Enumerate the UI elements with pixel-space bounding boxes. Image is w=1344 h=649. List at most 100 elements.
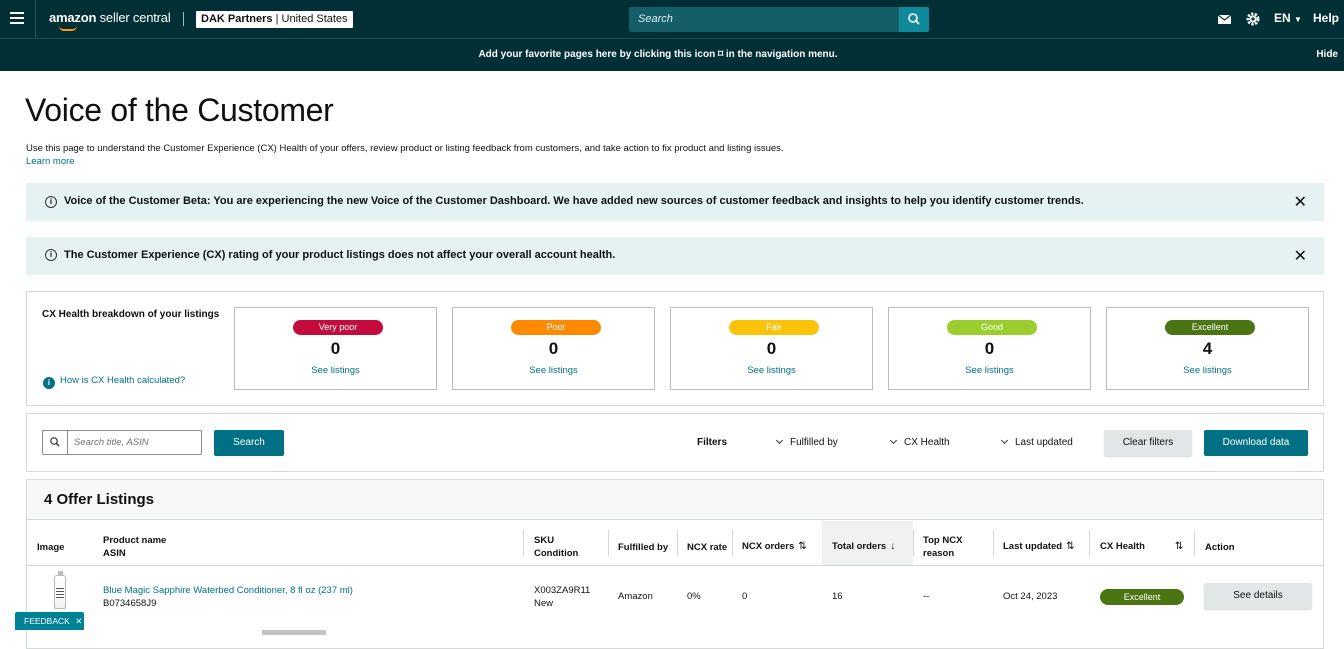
listing-search-input[interactable] xyxy=(74,435,194,450)
total-orders-label: Total orders xyxy=(832,541,887,552)
cx-health-dropdown[interactable]: CX Health xyxy=(889,436,950,448)
sort-icon[interactable]: ⇅ xyxy=(1066,540,1074,553)
column-header-top-ncx-reason: Top NCX reason xyxy=(923,534,962,560)
see-listings-link[interactable]: See listings xyxy=(1107,365,1308,376)
divider xyxy=(27,565,1323,566)
sort-icon[interactable]: ⇅ xyxy=(798,540,806,553)
see-listings-link[interactable]: See listings xyxy=(671,365,872,376)
divider xyxy=(608,530,609,556)
global-search-button[interactable] xyxy=(899,7,929,32)
info-icon: i xyxy=(45,249,57,261)
top-ncx-reason-value: -- xyxy=(923,591,930,602)
column-header-product-name: Product name ASIN xyxy=(103,534,166,560)
column-header-total-orders[interactable]: Total orders ↓ xyxy=(832,540,895,553)
cx-card-excellent: Excellent 4 See listings xyxy=(1106,307,1309,390)
beta-alert: i Voice of the Customer Beta: You are ex… xyxy=(26,183,1324,221)
column-header-sku: SKU Condition xyxy=(534,534,578,560)
ncx-orders-label: NCX orders xyxy=(742,541,795,552)
mail-icon[interactable] xyxy=(1217,11,1232,27)
close-icon[interactable]: ✕ xyxy=(1294,246,1307,266)
condition-header: Condition xyxy=(534,548,579,559)
see-listings-link[interactable]: See listings xyxy=(889,365,1090,376)
clear-filters-button[interactable]: Clear filters xyxy=(1104,430,1192,456)
top-ncx-header: Top NCX xyxy=(923,535,963,546)
account-region: United States xyxy=(281,13,348,25)
logo-bold-text: amazon xyxy=(49,10,97,25)
global-search-input[interactable]: Search xyxy=(629,7,929,32)
how-cx-health-label: How is CX Health calculated? xyxy=(60,375,186,386)
account-switcher[interactable]: DAK Partners | United States xyxy=(196,11,353,28)
gear-icon[interactable] xyxy=(1245,11,1261,27)
amazon-seller-central-logo[interactable]: amazon seller central xyxy=(49,10,171,25)
fulfilled-by-value: Amazon xyxy=(618,591,653,602)
last-updated-header-label: Last updated xyxy=(1003,541,1063,552)
arrow-down-icon[interactable]: ↓ xyxy=(890,540,895,553)
see-listings-link[interactable]: See listings xyxy=(453,365,654,376)
column-header-image: Image xyxy=(37,542,65,553)
divider xyxy=(732,530,733,556)
close-icon[interactable]: ✕ xyxy=(1294,192,1307,212)
divider xyxy=(913,530,914,556)
how-cx-health-calculated-link[interactable]: i How is CX Health calculated? xyxy=(43,375,185,389)
cx-health-label: CX Health xyxy=(904,437,950,448)
logo-light-text: seller central xyxy=(99,10,171,25)
see-details-button[interactable]: See details xyxy=(1204,583,1312,609)
caret-down-icon: ▼ xyxy=(1294,15,1302,24)
poor-count: 0 xyxy=(548,339,559,358)
language-label: EN xyxy=(1274,11,1291,25)
sku-header: SKU xyxy=(534,535,555,546)
divider xyxy=(35,0,36,38)
see-listings-link[interactable]: See listings xyxy=(235,365,436,376)
page-title: Voice of the Customer xyxy=(25,92,334,128)
excellent-count: 4 xyxy=(1202,339,1213,358)
fulfilled-by-label: Fulfilled by xyxy=(790,437,838,448)
last-updated-value: Oct 24, 2023 xyxy=(1003,591,1058,602)
reason-header: reason xyxy=(923,548,955,559)
cx-health-header-label: CX Health xyxy=(1100,541,1145,552)
menu-icon[interactable] xyxy=(10,12,24,24)
offer-listings-table: 4 Offer Listings Image Product name ASIN… xyxy=(26,479,1324,649)
total-orders-value: 16 xyxy=(832,591,843,602)
last-updated-label: Last updated xyxy=(1015,437,1073,448)
hide-favorites-button[interactable]: Hide xyxy=(1316,49,1338,60)
divider xyxy=(1194,530,1195,556)
poor-badge: Poor xyxy=(511,320,601,335)
favorites-bar: Add your favorite pages here by clicking… xyxy=(0,38,1344,71)
divider xyxy=(993,530,994,556)
sku-value: X003ZA9R11 xyxy=(534,585,591,596)
condition-value: New xyxy=(534,598,554,609)
cx-card-poor: Poor 0 See listings xyxy=(452,307,655,390)
very-poor-count: 0 xyxy=(330,339,341,358)
cx-health-badge: Excellent xyxy=(1100,589,1184,605)
column-header-ncx-orders[interactable]: NCX orders ⇅ xyxy=(742,540,807,553)
download-data-button[interactable]: Download data xyxy=(1204,430,1308,456)
listing-search-box xyxy=(42,430,202,455)
fulfilled-by-dropdown[interactable]: Fulfilled by xyxy=(775,436,838,448)
learn-more-link[interactable]: Learn more xyxy=(26,156,75,167)
search-button[interactable]: Search xyxy=(214,430,284,456)
product-image[interactable] xyxy=(54,571,66,609)
feedback-label: FEEDBACK xyxy=(24,616,70,626)
cx-rating-alert: i The Customer Experience (CX) rating of… xyxy=(26,237,1324,275)
help-link[interactable]: Help xyxy=(1313,11,1339,27)
sort-icon[interactable]: ⇅ xyxy=(1175,540,1183,553)
column-header-last-updated[interactable]: Last updated ⇅ xyxy=(1003,540,1075,553)
cx-health-breakdown: CX Health breakdown of your listings i Ho… xyxy=(26,291,1324,406)
chevron-down-icon xyxy=(1000,436,1009,445)
info-icon: i xyxy=(43,377,55,389)
divider xyxy=(523,530,524,556)
divider xyxy=(677,530,678,556)
filter-bar: Search Filters Fulfilled by CX Health La… xyxy=(26,413,1324,472)
language-selector[interactable]: EN ▼ xyxy=(1274,11,1302,27)
close-icon[interactable]: ✕ xyxy=(75,616,82,626)
search-icon xyxy=(908,13,920,25)
horizontal-scrollbar[interactable] xyxy=(262,630,326,635)
product-name-link[interactable]: Blue Magic Sapphire Waterbed Conditioner… xyxy=(103,584,353,597)
column-header-cx-health[interactable]: CX Health ⇅ xyxy=(1100,540,1183,553)
feedback-button[interactable]: FEEDBACK ✕ xyxy=(15,612,84,630)
column-header-fulfilled-by: Fulfilled by xyxy=(618,542,669,553)
listings-header: 4 Offer Listings xyxy=(27,480,1323,520)
beta-alert-text: Voice of the Customer Beta: You are expe… xyxy=(64,195,1084,207)
last-updated-dropdown[interactable]: Last updated xyxy=(1000,436,1073,448)
ncx-orders-value: 0 xyxy=(742,591,748,602)
